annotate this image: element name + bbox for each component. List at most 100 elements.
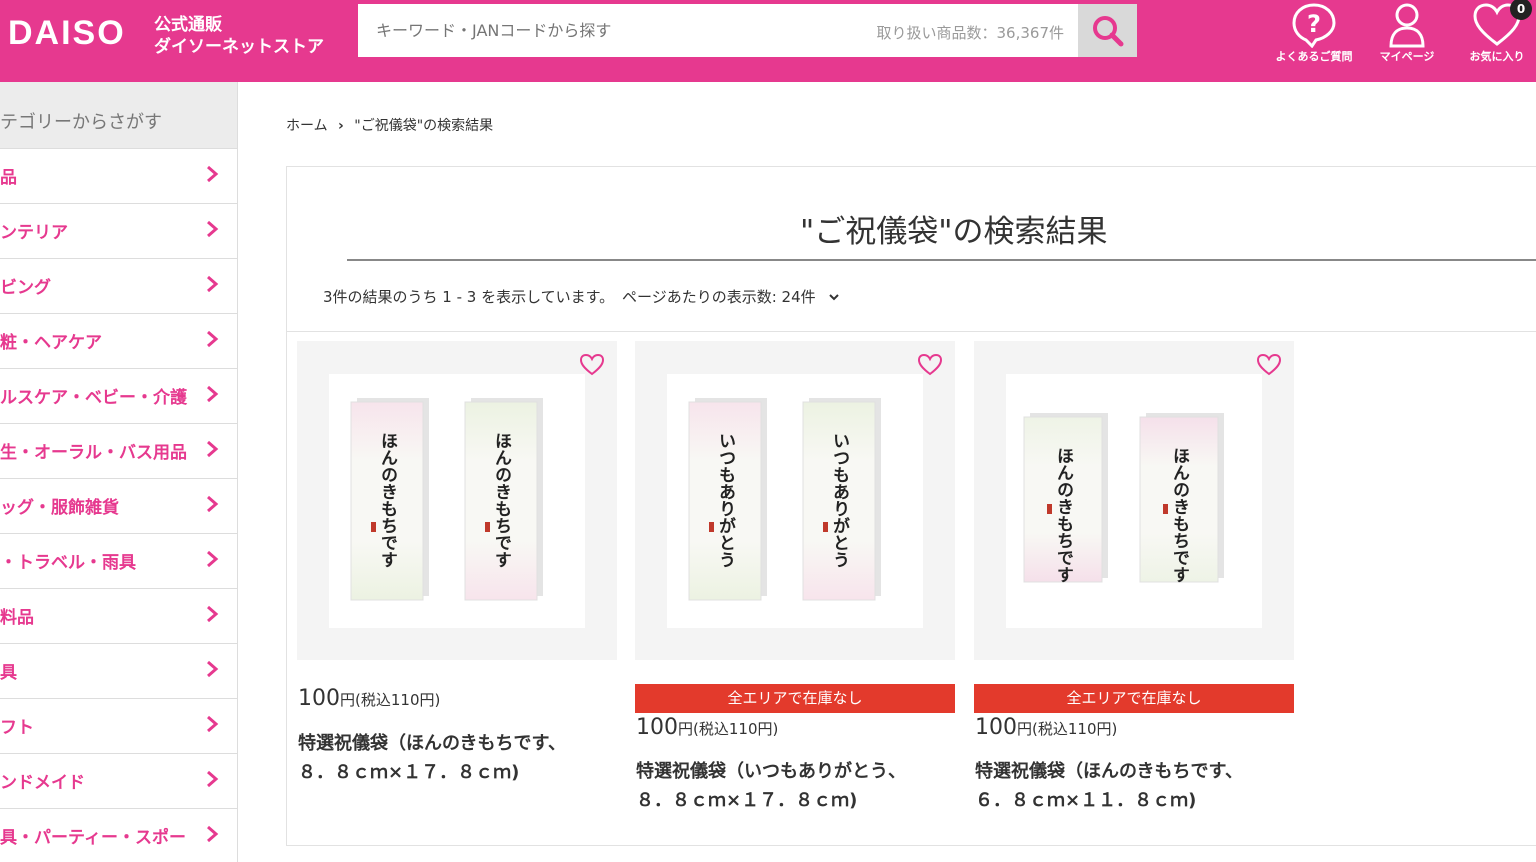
product-image-frame[interactable]: いつもありがとう いつもありがとう — [635, 341, 955, 660]
sidebar-category-item[interactable]: ンドメイド — [0, 754, 237, 809]
svg-text:いつもありがとう: いつもありがとう — [829, 432, 850, 568]
search-input[interactable] — [358, 4, 838, 57]
breadcrumb-home[interactable]: ホーム — [286, 118, 328, 134]
breadcrumb-separator: › — [338, 118, 344, 134]
product-image: ほんのきもちです ほんのきもちです — [350, 398, 543, 601]
user-icon — [1389, 3, 1425, 48]
chevron-right-icon — [207, 220, 219, 238]
mypage-link[interactable]: マイページ — [1362, 0, 1452, 82]
search-bar: 取り扱い商品数：36,367件 — [358, 4, 1078, 57]
product-price: 100円(税込110円) — [298, 686, 440, 711]
sidebar-category-label: ンテリア — [0, 223, 68, 243]
sidebar-category-item[interactable]: 生・オーラル・バス用品 — [0, 424, 237, 479]
results-info: 3件の結果のうち 1 - 3 を表示しています。 — [323, 288, 615, 306]
sidebar-category-label: ・トラベル・雨具 — [0, 553, 136, 573]
sidebar-category-label: ンドメイド — [0, 773, 85, 793]
svg-text:ほんのきもちです: ほんのきもちです — [491, 432, 512, 568]
sidebar-category-label: 品 — [0, 168, 17, 188]
faq-label: よくあるご質問 — [1275, 50, 1353, 63]
product-name-line: ６．８ｃｍ×１１．８ｃｍ) — [975, 790, 1197, 811]
favorite-heart-icon[interactable] — [1256, 353, 1282, 377]
svg-text:ほんのきもちです: ほんのきもちです — [1053, 447, 1074, 583]
favorite-heart-icon[interactable] — [579, 353, 605, 377]
logo[interactable]: DAISO — [8, 14, 126, 53]
price-value: 100 — [636, 715, 678, 740]
favorite-heart-icon[interactable] — [917, 353, 943, 377]
product-name[interactable]: 特選祝儀袋（いつもありがとう、 ８．８ｃｍ×１７．８ｃｍ) — [636, 757, 956, 815]
sidebar-category-label: ビング — [0, 278, 51, 298]
chevron-right-icon — [207, 660, 219, 678]
svg-text:ほんのきもちです: ほんのきもちです — [1169, 447, 1190, 583]
results-title: "ご祝儀袋"の検索結果 — [800, 214, 1108, 250]
chevron-right-icon — [207, 275, 219, 293]
product-name-line: 特選祝儀袋（ほんのきもちです、 — [975, 761, 1244, 782]
sidebar-category-label: 具 — [0, 663, 17, 683]
price-value: 100 — [298, 686, 340, 711]
sidebar-category-label: 粧・ヘアケア — [0, 333, 102, 353]
per-page-label: ページあたりの表示数: 24件 — [622, 288, 816, 306]
product-image: ほんのきもちです ほんのきもちです — [1023, 413, 1224, 583]
chevron-right-icon — [207, 165, 219, 183]
price-yen: 円 — [340, 691, 356, 709]
price-tax: (税込110円) — [693, 720, 779, 738]
sidebar-category-item[interactable]: ビング — [0, 259, 237, 314]
svg-text:?: ? — [1307, 10, 1321, 38]
svg-text:いつもありがとう: いつもありがとう — [715, 432, 736, 568]
product-name[interactable]: 特選祝儀袋（ほんのきもちです、 ６．８ｃｍ×１１．８ｃｍ) — [975, 757, 1295, 815]
breadcrumb-current: "ご祝儀袋"の検索結果 — [354, 118, 494, 134]
product-price: 100円(税込110円) — [975, 715, 1117, 740]
price-value: 100 — [975, 715, 1017, 740]
search-button[interactable] — [1078, 4, 1137, 57]
product-price: 100円(税込110円) — [636, 715, 778, 740]
chevron-right-icon — [207, 385, 219, 403]
out-of-stock-badge: 全エリアで在庫なし — [635, 684, 955, 713]
site-header: DAISO 公式通販 ダイソーネットストア 取り扱い商品数：36,367件 ? … — [0, 0, 1536, 82]
price-tax: (税込110円) — [355, 691, 441, 709]
product-image-frame[interactable]: ほんのきもちです ほんのきもちです — [974, 341, 1294, 660]
sidebar-category-item[interactable]: ッグ・服飾雑貨 — [0, 479, 237, 534]
per-page-select[interactable]: ページあたりの表示数: 24件 — [622, 286, 840, 307]
sidebar-category-item[interactable]: ・トラベル・雨具 — [0, 534, 237, 589]
sidebar-category-item[interactable]: 具 — [0, 644, 237, 699]
sidebar-category-item[interactable]: 料品 — [0, 589, 237, 644]
product-image-area: ほんのきもちです ほんのきもちです — [329, 374, 585, 628]
info-divider — [287, 331, 1536, 332]
sidebar-category-item[interactable]: 粧・ヘアケア — [0, 314, 237, 369]
sidebar-category-label: ッグ・服飾雑貨 — [0, 498, 119, 518]
product-image: いつもありがとう いつもありがとう — [688, 398, 881, 601]
out-of-stock-badge: 全エリアで在庫なし — [974, 684, 1294, 713]
chevron-right-icon — [207, 715, 219, 733]
svg-text:ほんのきもちです: ほんのきもちです — [377, 432, 398, 568]
favorites-label: お気に入り — [1469, 50, 1525, 63]
sidebar-category-item[interactable]: ルスケア・ベビー・介護 — [0, 369, 237, 424]
product-image-area: ほんのきもちです ほんのきもちです — [1006, 374, 1262, 628]
price-tax: (税込110円) — [1032, 720, 1118, 738]
sidebar-category-label: 料品 — [0, 608, 34, 628]
sidebar-category-label: 生・オーラル・バス用品 — [0, 443, 187, 463]
breadcrumb: ホーム › "ご祝儀袋"の検索結果 — [286, 115, 499, 135]
item-count: 取り扱い商品数：36,367件 — [876, 24, 1065, 42]
sidebar-category-label: フト — [0, 718, 34, 738]
sidebar-title: テゴリーからさがす — [0, 82, 237, 149]
sidebar-category-item[interactable]: フト — [0, 699, 237, 754]
product-image-frame[interactable]: ほんのきもちです ほんのきもちです — [297, 341, 617, 660]
chevron-right-icon — [207, 825, 219, 843]
sidebar-category-item[interactable]: ンテリア — [0, 204, 237, 259]
chevron-right-icon — [207, 440, 219, 458]
search-icon — [1092, 15, 1123, 46]
chevron-right-icon — [207, 605, 219, 623]
sidebar-category-item[interactable]: 具・パーティー・スポー — [0, 809, 237, 862]
chevron-right-icon — [207, 770, 219, 788]
faq-link[interactable]: ? よくあるご質問 — [1269, 0, 1359, 82]
price-yen: 円 — [678, 720, 694, 738]
logo-subtitle-store: ダイソーネットストア — [154, 37, 324, 57]
sidebar-category-label: 具・パーティー・スポー — [0, 828, 186, 848]
product-image-area: いつもありがとう いつもありがとう — [667, 374, 923, 628]
price-yen: 円 — [1017, 720, 1033, 738]
product-name-line: 特選祝儀袋（ほんのきもちです、 — [298, 733, 567, 754]
mypage-label: マイページ — [1379, 50, 1435, 63]
chevron-down-icon — [829, 294, 840, 301]
sidebar-category-item[interactable]: 品 — [0, 149, 237, 204]
chevron-right-icon — [207, 550, 219, 568]
product-name[interactable]: 特選祝儀袋（ほんのきもちです、 ８．８ｃｍ×１７．８ｃｍ) — [298, 729, 618, 787]
